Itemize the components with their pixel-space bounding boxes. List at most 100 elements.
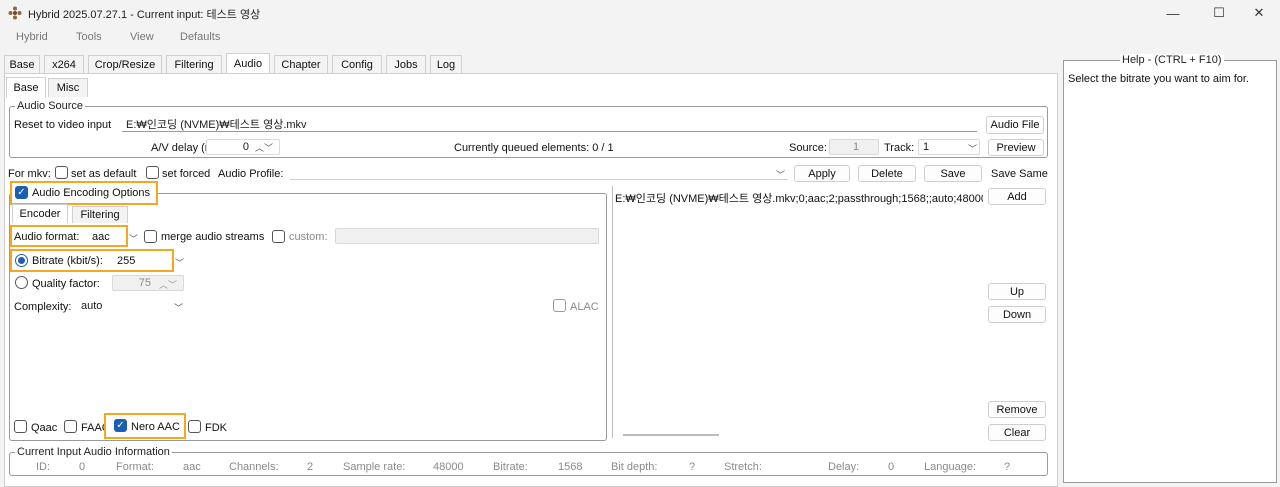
- audio-source-path-input[interactable]: E:₩인코딩 (NVME)₩테스트 영상.mkv: [122, 117, 977, 132]
- set-as-default-checkbox[interactable]: [55, 166, 68, 179]
- merge-audio-streams-label: merge audio streams: [161, 231, 265, 243]
- tab-encoder[interactable]: Encoder: [12, 204, 68, 223]
- tab-crop-resize[interactable]: Crop/Resize: [88, 55, 162, 74]
- menu-defaults[interactable]: Defaults: [180, 31, 220, 43]
- info-delay-value: 0: [888, 461, 895, 473]
- info-id-label: ID:: [36, 461, 51, 473]
- add-button[interactable]: Add: [988, 188, 1046, 205]
- av-delay-stepper-icon[interactable]: ︿﹀: [255, 141, 273, 154]
- apply-button[interactable]: Apply: [794, 165, 850, 182]
- reset-to-video-input-button[interactable]: Reset to video input: [14, 119, 111, 131]
- tab-chapter[interactable]: Chapter: [274, 55, 328, 74]
- clear-button[interactable]: Clear: [988, 424, 1046, 441]
- set-as-default-label: set as default: [71, 168, 137, 180]
- tab-encoder-filtering[interactable]: Filtering: [72, 206, 128, 223]
- track-value: 1: [923, 141, 930, 153]
- delete-button[interactable]: Delete: [858, 165, 916, 182]
- source-spinbox[interactable]: 1: [829, 139, 879, 155]
- info-id-value: 0: [79, 461, 86, 473]
- info-language-label: Language:: [924, 461, 976, 473]
- av-delay-value: 0: [242, 141, 249, 153]
- audio-profile-dropdown-icon[interactable]: ﹀: [776, 168, 785, 181]
- tab-audio[interactable]: Audio: [226, 53, 270, 74]
- quality-factor-radio[interactable]: [15, 276, 28, 289]
- info-format-value: aac: [183, 461, 201, 473]
- qaac-label: Qaac: [31, 422, 58, 434]
- tab-log[interactable]: Log: [430, 55, 462, 74]
- app-logo-icon: [8, 6, 22, 20]
- quality-factor-stepper-icon[interactable]: ︿﹀: [159, 278, 177, 291]
- info-channels-value: 2: [307, 461, 314, 473]
- save-same-button[interactable]: Save Same: [991, 168, 1048, 180]
- fdk-label: FDK: [205, 422, 227, 434]
- help-title: Help - (CTRL + F10): [1120, 54, 1224, 66]
- info-delay-label: Delay:: [828, 461, 860, 473]
- qaac-checkbox[interactable]: [14, 420, 27, 433]
- quality-factor-value: 75: [138, 277, 151, 289]
- nero-aac-label: Nero AAC: [131, 421, 180, 433]
- tab-x264[interactable]: x264: [44, 55, 84, 74]
- audio-profile-select[interactable]: [290, 164, 788, 180]
- minimize-button[interactable]: —: [1150, 0, 1196, 26]
- menu-view[interactable]: View: [130, 31, 154, 43]
- title-bar: Hybrid 2025.07.27.1 - Current input: 테스트…: [0, 0, 1280, 26]
- info-samplerate-label: Sample rate:: [343, 461, 406, 473]
- nero-aac-checkbox[interactable]: ✓: [114, 419, 127, 432]
- audio-encoding-options-label: Audio Encoding Options: [32, 187, 151, 199]
- remove-button[interactable]: Remove: [988, 401, 1046, 418]
- info-bitdepth-label: Bit depth:: [611, 461, 658, 473]
- down-button[interactable]: Down: [988, 306, 1046, 323]
- set-forced-checkbox[interactable]: [146, 166, 159, 179]
- tab-config[interactable]: Config: [332, 55, 382, 74]
- info-samplerate-value: 48000: [433, 461, 464, 473]
- faac-checkbox[interactable]: [64, 420, 77, 433]
- info-channels-label: Channels:: [229, 461, 279, 473]
- preview-button[interactable]: Preview: [988, 139, 1044, 156]
- complexity-dropdown-icon[interactable]: ﹀: [174, 301, 183, 314]
- help-panel: [1063, 60, 1277, 483]
- audio-format-value[interactable]: aac: [92, 231, 110, 243]
- audio-format-dropdown-icon[interactable]: ﹀: [129, 232, 138, 245]
- up-button[interactable]: Up: [988, 283, 1046, 300]
- tab-jobs[interactable]: Jobs: [386, 55, 426, 74]
- queue-horizontal-scrollbar[interactable]: [623, 434, 719, 436]
- source-value: 1: [852, 141, 860, 153]
- tab-filtering[interactable]: Filtering: [166, 55, 222, 74]
- source-label: Source:: [789, 142, 827, 154]
- bitrate-label: Bitrate (kbit/s):: [32, 255, 103, 267]
- complexity-select[interactable]: auto: [76, 298, 186, 314]
- alac-checkbox[interactable]: [553, 299, 566, 312]
- custom-checkbox[interactable]: [272, 230, 285, 243]
- audio-queue-list[interactable]: E:₩인코딩 (NVME)₩테스트 영상.mkv;0;aac;2;passthr…: [612, 186, 984, 438]
- save-button[interactable]: Save: [924, 165, 982, 182]
- complexity-value: auto: [81, 300, 103, 312]
- menu-tools[interactable]: Tools: [76, 31, 102, 43]
- complexity-label: Complexity:: [14, 301, 72, 313]
- info-format-label: Format:: [116, 461, 154, 473]
- for-mkv-label: For mkv:: [8, 168, 51, 180]
- audio-file-button[interactable]: Audio File: [986, 116, 1044, 134]
- current-audio-info-title: Current Input Audio Information: [15, 446, 172, 458]
- subtab-misc[interactable]: Misc: [48, 78, 88, 97]
- custom-input[interactable]: [335, 228, 599, 244]
- merge-audio-streams-checkbox[interactable]: [144, 230, 157, 243]
- close-button[interactable]: ✕: [1236, 0, 1280, 26]
- help-text: Select the bitrate you want to aim for.: [1068, 73, 1249, 85]
- audio-encoding-options-checkbox[interactable]: ✓: [15, 186, 28, 199]
- info-bitrate-label: Bitrate:: [493, 461, 528, 473]
- bitrate-dropdown-icon[interactable]: ﹀: [175, 256, 184, 269]
- menu-hybrid[interactable]: Hybrid: [16, 31, 48, 43]
- info-bitdepth-value: ?: [689, 461, 696, 473]
- subtab-base[interactable]: Base: [6, 77, 46, 98]
- queue-entry[interactable]: E:₩인코딩 (NVME)₩테스트 영상.mkv;0;aac;2;passthr…: [615, 190, 983, 206]
- track-dropdown-icon[interactable]: ﹀: [968, 142, 977, 155]
- bitrate-radio[interactable]: [15, 254, 28, 267]
- alac-label: ALAC: [570, 301, 599, 313]
- audio-source-title: Audio Source: [15, 100, 86, 112]
- info-stretch-label: Stretch:: [724, 461, 762, 473]
- window-title: Hybrid 2025.07.27.1 - Current input: 테스트…: [28, 9, 261, 21]
- tab-base[interactable]: Base: [4, 55, 40, 74]
- fdk-checkbox[interactable]: [188, 420, 201, 433]
- bitrate-value[interactable]: 255: [117, 255, 135, 267]
- info-bitrate-value: 1568: [558, 461, 583, 473]
